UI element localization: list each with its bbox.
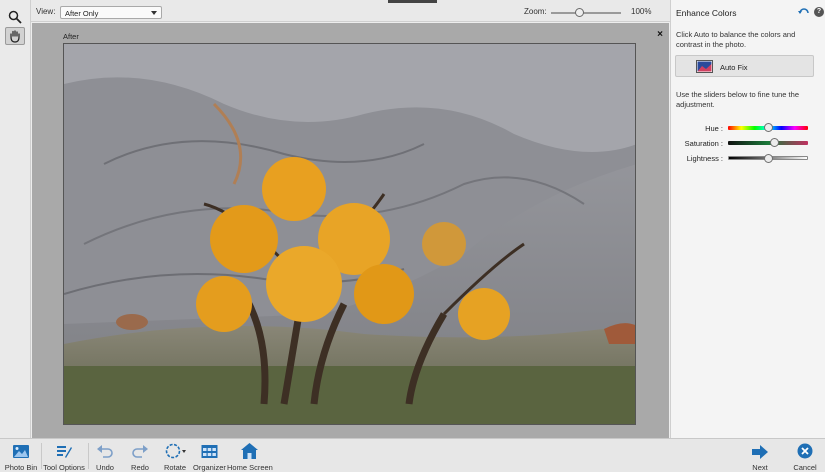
lightness-slider-row: Lightness : xyxy=(671,153,825,165)
separator xyxy=(41,443,42,469)
hue-slider-row: Hue : xyxy=(671,123,825,135)
undo-label: Undo xyxy=(96,463,114,472)
canvas-area: After × xyxy=(32,23,669,438)
organizer-icon xyxy=(201,445,217,458)
view-select-value: After Only xyxy=(65,9,99,18)
photo-bin-icon xyxy=(13,445,29,458)
next-label: Next xyxy=(752,463,768,472)
separator xyxy=(88,443,89,469)
help-icon[interactable]: ? xyxy=(814,7,824,17)
chevron-down-icon xyxy=(151,11,157,15)
hue-slider-knob[interactable] xyxy=(764,123,773,132)
photo-bin-label: Photo Bin xyxy=(4,463,38,472)
auto-fix-button[interactable]: Auto Fix xyxy=(675,55,814,77)
hand-tool[interactable] xyxy=(5,27,25,45)
hand-icon xyxy=(10,30,20,43)
hue-label: Hue : xyxy=(705,124,723,133)
photo-after xyxy=(63,43,636,425)
saturation-slider-row: Saturation : xyxy=(671,138,825,150)
zoom-slider[interactable] xyxy=(551,8,621,17)
close-icon[interactable]: × xyxy=(657,29,663,40)
saturation-slider-knob[interactable] xyxy=(770,138,780,147)
home-screen-label: Home Screen xyxy=(227,463,273,472)
cancel-icon xyxy=(797,443,813,459)
zoom-slider-knob[interactable] xyxy=(575,8,584,17)
zoom-label: Zoom: xyxy=(524,7,547,16)
auto-fix-icon xyxy=(696,60,713,73)
cancel-label: Cancel xyxy=(793,463,817,472)
view-select[interactable]: After Only xyxy=(60,6,162,19)
organizer-label: Organizer xyxy=(193,463,226,472)
lightness-slider-knob[interactable] xyxy=(764,154,773,163)
hue-slider[interactable] xyxy=(728,123,808,132)
rotate-label: Rotate xyxy=(163,463,187,472)
panel-intro: Click Auto to balance the colors and con… xyxy=(676,30,796,49)
zoom-value: 100% xyxy=(631,7,652,16)
home-screen-button[interactable]: Home Screen xyxy=(227,442,273,472)
tool-options-button[interactable]: Tool Options xyxy=(43,442,85,472)
saturation-label: Saturation : xyxy=(684,139,723,148)
after-label: After xyxy=(63,32,79,41)
zoom-tool[interactable] xyxy=(5,8,25,26)
redo-icon xyxy=(132,445,148,458)
next-button[interactable]: Next xyxy=(749,442,771,472)
reset-icon[interactable] xyxy=(798,7,810,20)
tool-strip xyxy=(0,0,31,438)
tool-options-icon xyxy=(57,446,72,458)
tool-options-label: Tool Options xyxy=(43,463,85,472)
photo-bin-button[interactable]: Photo Bin xyxy=(4,442,38,472)
panel-hint: Use the sliders below to fine tune the a… xyxy=(676,90,799,109)
undo-icon xyxy=(97,445,113,458)
magnifier-icon xyxy=(8,10,22,24)
view-label: View: xyxy=(36,7,56,16)
organizer-button[interactable]: Organizer xyxy=(193,442,226,472)
auto-fix-label: Auto Fix xyxy=(720,63,748,72)
rotate-icon xyxy=(165,443,186,459)
home-icon xyxy=(240,443,258,459)
redo-label: Redo xyxy=(131,463,149,472)
panel-title: Enhance Colors xyxy=(676,8,737,18)
rotate-button[interactable]: Rotate xyxy=(161,442,189,472)
redo-button[interactable]: Redo xyxy=(127,442,153,472)
enhance-colors-panel: Enhance Colors ? Click Auto to balance t… xyxy=(670,0,825,438)
lightness-label: Lightness : xyxy=(686,154,723,163)
tab-indicator xyxy=(388,0,437,3)
view-toolbar: View: After Only Zoom: 100% xyxy=(31,0,670,22)
bottom-toolbar: Photo Bin Tool Options Undo Redo Rotate xyxy=(0,438,825,472)
undo-button[interactable]: Undo xyxy=(92,442,118,472)
photo-image xyxy=(64,44,635,424)
arrow-right-icon xyxy=(752,445,768,459)
cancel-button[interactable]: Cancel xyxy=(792,442,818,472)
lightness-slider[interactable] xyxy=(728,154,808,163)
saturation-slider[interactable] xyxy=(728,138,808,147)
